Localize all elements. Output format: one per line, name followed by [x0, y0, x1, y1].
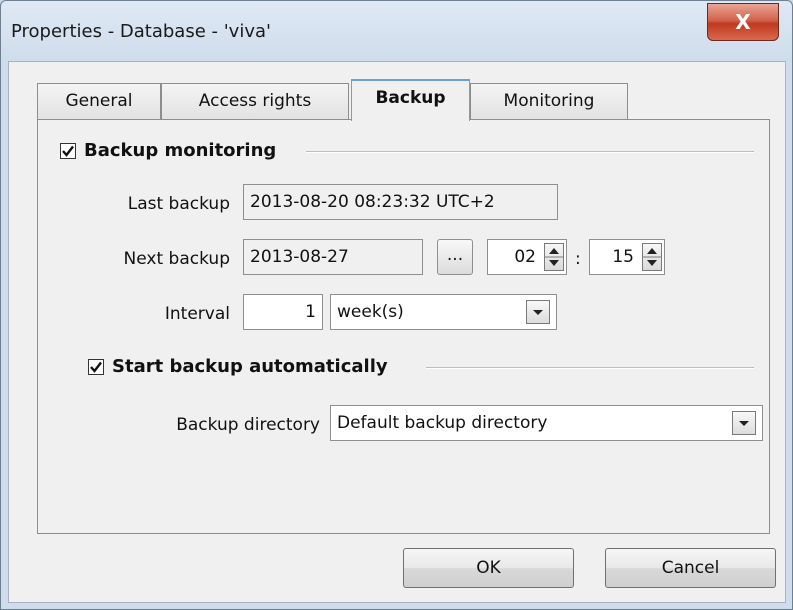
chevron-down-icon[interactable] — [526, 300, 550, 324]
title-bar[interactable]: Properties - Database - 'viva' X — [1, 1, 792, 61]
cancel-button[interactable]: Cancel — [605, 548, 776, 588]
interval-unit-select[interactable]: week(s) — [330, 294, 557, 330]
interval-value-field[interactable]: 1 — [243, 294, 323, 330]
spinner-arrows-icon — [545, 248, 563, 266]
date-picker-label: ... — [446, 245, 464, 265]
checkmark-icon — [90, 361, 102, 373]
tab-backup-label: Backup — [375, 88, 446, 108]
minute-spinner[interactable] — [642, 243, 662, 271]
ok-label: OK — [476, 558, 501, 578]
tab-access-rights[interactable]: Access rights — [161, 83, 349, 119]
backup-directory-label: Backup directory — [176, 415, 320, 435]
tab-general-label: General — [65, 91, 133, 111]
properties-dialog: Properties - Database - 'viva' X General… — [0, 0, 793, 610]
start-backup-checkbox[interactable] — [88, 358, 104, 375]
backup-panel: Backup monitoring Last backup 2013-08-20… — [37, 119, 770, 534]
tab-backup[interactable]: Backup — [351, 79, 470, 121]
last-backup-field: 2013-08-20 08:23:32 UTC+2 — [243, 184, 558, 220]
backup-directory-select[interactable]: Default backup directory — [330, 405, 763, 441]
backup-monitoring-checkbox[interactable] — [60, 142, 76, 159]
start-backup-label: Start backup automatically — [112, 356, 388, 377]
start-backup-group: Start backup automatically — [88, 356, 388, 377]
backup-monitoring-group: Backup monitoring — [60, 140, 276, 161]
cancel-label: Cancel — [661, 558, 720, 578]
close-button[interactable]: X — [707, 3, 779, 41]
chevron-down-icon[interactable] — [732, 411, 756, 435]
next-backup-date-field[interactable]: 2013-08-27 — [243, 239, 423, 275]
close-icon: X — [735, 10, 751, 34]
group-divider — [426, 367, 754, 369]
tab-general[interactable]: General — [37, 83, 161, 119]
backup-directory-value: Default backup directory — [337, 413, 548, 433]
tab-monitoring[interactable]: Monitoring — [470, 83, 628, 119]
interval-label: Interval — [164, 304, 230, 324]
checkmark-icon — [62, 145, 74, 157]
ok-button[interactable]: OK — [403, 548, 574, 588]
tab-access-rights-label: Access rights — [198, 91, 312, 111]
window-title: Properties - Database - 'viva' — [11, 21, 271, 42]
date-picker-button[interactable]: ... — [437, 239, 473, 275]
interval-unit-value: week(s) — [337, 302, 404, 322]
spinner-arrows-icon — [643, 248, 661, 266]
time-separator: : — [575, 249, 581, 269]
hour-spinner[interactable] — [544, 243, 564, 271]
group-divider — [306, 151, 754, 153]
dialog-body: General Access rights Backup Monitoring … — [8, 61, 786, 603]
tab-monitoring-label: Monitoring — [503, 91, 595, 111]
next-backup-label: Next backup — [123, 249, 230, 269]
backup-monitoring-label: Backup monitoring — [84, 140, 277, 161]
last-backup-label: Last backup — [127, 194, 230, 214]
